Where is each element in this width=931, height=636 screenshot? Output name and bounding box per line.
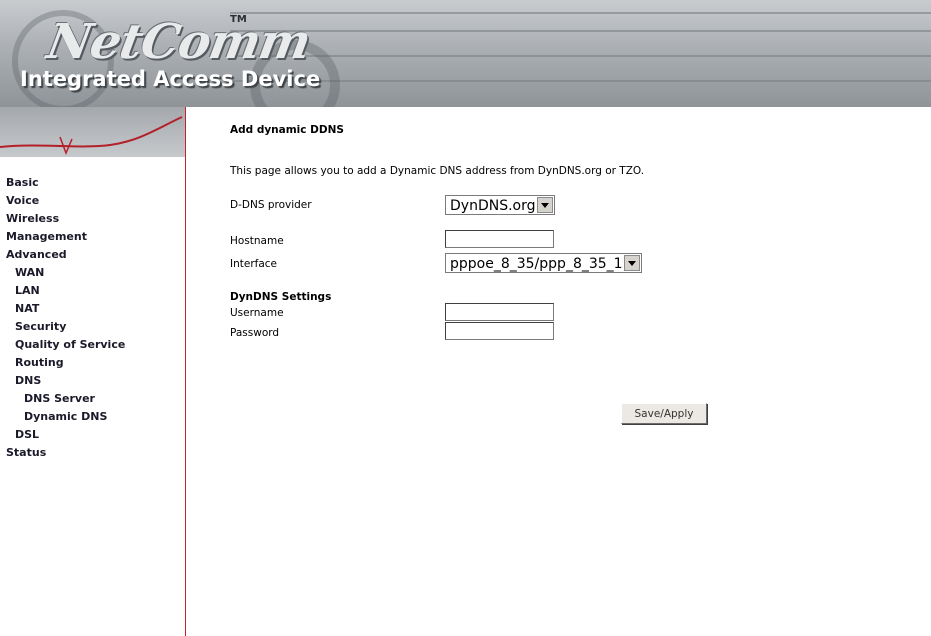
username-label: Username: [230, 307, 284, 319]
sidebar-item-routing[interactable]: Routing: [6, 354, 125, 372]
interface-label: Interface: [230, 258, 278, 270]
sidebar-item-lan[interactable]: LAN: [6, 282, 125, 300]
sidebar-item-status[interactable]: Status: [6, 444, 125, 462]
provider-select[interactable]: DynDNS.org: [445, 195, 555, 215]
dyndns-settings-heading: DynDNS Settings: [230, 291, 332, 303]
sidebar-item-advanced[interactable]: Advanced: [6, 246, 125, 264]
hostname-label: Hostname: [230, 235, 284, 247]
password-input[interactable]: [445, 322, 554, 340]
sidebar-item-voice[interactable]: Voice: [6, 192, 125, 210]
sidebar-divider: [185, 107, 186, 636]
provider-select-value: DynDNS.org: [450, 198, 536, 214]
sidebar-item-wireless[interactable]: Wireless: [6, 210, 125, 228]
interface-select[interactable]: pppoe_8_35/ppp_8_35_1: [445, 253, 642, 273]
sidebar-item-dsl[interactable]: DSL: [6, 426, 125, 444]
password-label: Password: [230, 327, 280, 339]
sidebar-item-dynamic-dns[interactable]: Dynamic DNS: [6, 408, 125, 426]
red-swoosh-graphic: [0, 116, 183, 156]
sidebar-item-quality-of-service[interactable]: Quality of Service: [6, 336, 125, 354]
page-description: This page allows you to add a Dynamic DN…: [230, 165, 645, 177]
page-title: Add dynamic DDNS: [230, 124, 344, 136]
sidebar-nav: Basic Voice Wireless Management Advanced…: [6, 174, 125, 462]
banner-streak: [230, 12, 931, 14]
sidebar-header-decoration: [0, 107, 186, 157]
product-subtitle: Integrated Access Device: [20, 67, 321, 91]
banner-streak: [230, 30, 931, 32]
header-banner: NetComm TM Integrated Access Device: [0, 0, 931, 107]
sidebar-item-basic[interactable]: Basic: [6, 174, 125, 192]
sidebar-item-dns[interactable]: DNS: [6, 372, 125, 390]
sidebar-item-dns-server[interactable]: DNS Server: [6, 390, 125, 408]
chevron-down-icon[interactable]: [624, 255, 640, 271]
provider-label: D-DNS provider: [230, 199, 312, 211]
save-apply-button[interactable]: Save/Apply: [621, 403, 707, 424]
netcomm-logo: NetComm: [43, 14, 315, 70]
username-input[interactable]: [445, 303, 554, 321]
interface-select-value: pppoe_8_35/ppp_8_35_1: [450, 256, 623, 272]
sidebar-item-nat[interactable]: NAT: [6, 300, 125, 318]
trademark-mark: TM: [230, 14, 247, 25]
banner-streak: [230, 55, 931, 57]
sidebar-item-management[interactable]: Management: [6, 228, 125, 246]
sidebar-item-wan[interactable]: WAN: [6, 264, 125, 282]
chevron-down-icon[interactable]: [537, 197, 553, 213]
hostname-input[interactable]: [445, 230, 554, 248]
sidebar-item-security[interactable]: Security: [6, 318, 125, 336]
